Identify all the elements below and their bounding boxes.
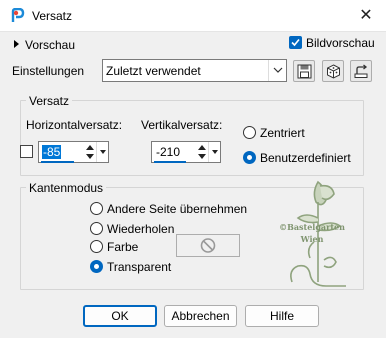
link-offsets-checkbox[interactable] bbox=[20, 145, 33, 158]
edge-option-radio-selected[interactable] bbox=[90, 260, 103, 273]
checkmark-icon bbox=[291, 38, 300, 47]
watermark-text: Wien bbox=[300, 234, 324, 244]
no-color-icon bbox=[200, 238, 216, 253]
save-preset-button[interactable] bbox=[293, 60, 315, 82]
preview-label: Vorschau bbox=[25, 38, 76, 52]
edge-mode-group-title: Kantenmodus bbox=[26, 181, 107, 195]
expand-arrow-icon bbox=[14, 40, 19, 48]
preset-dropdown[interactable]: Zuletzt verwendet bbox=[102, 59, 287, 82]
watermark-text: ©Bastelgarten bbox=[279, 222, 345, 232]
vertical-offset-value: -210 bbox=[156, 145, 181, 159]
edge-option-label: Wiederholen bbox=[107, 222, 175, 236]
spinner-arrows-icon[interactable] bbox=[197, 143, 207, 161]
preset-value: Zuletzt verwendet bbox=[106, 64, 201, 78]
window-title: Versatz bbox=[32, 9, 73, 23]
chevron-down-icon[interactable] bbox=[208, 142, 220, 162]
load-preset-button[interactable] bbox=[322, 60, 344, 82]
input-underline bbox=[154, 161, 186, 163]
chevron-down-icon[interactable] bbox=[96, 142, 108, 162]
horizontal-offset-label: Horizontalversatz: bbox=[26, 118, 123, 132]
image-preview-checkbox[interactable] bbox=[289, 36, 302, 49]
color-swatch-button[interactable] bbox=[176, 234, 240, 257]
chevron-down-icon bbox=[268, 60, 286, 81]
custom-radio[interactable] bbox=[243, 151, 256, 164]
image-preview-label: Bildvorschau bbox=[306, 36, 375, 50]
edge-option-label: Transparent bbox=[107, 260, 172, 274]
centered-radio[interactable] bbox=[243, 126, 256, 139]
edge-option-radio[interactable] bbox=[90, 202, 103, 215]
input-underline bbox=[41, 161, 74, 163]
edge-option-radio[interactable] bbox=[90, 222, 103, 235]
psp-logo-icon bbox=[10, 7, 26, 24]
offset-group-title: Versatz bbox=[26, 94, 73, 108]
preview-toggle[interactable]: Vorschau bbox=[14, 37, 75, 53]
cancel-button[interactable]: Abbrechen bbox=[164, 305, 237, 327]
close-button[interactable]: ✕ bbox=[348, 1, 384, 31]
save-preset-icon bbox=[297, 64, 312, 79]
settings-label: Einstellungen bbox=[12, 64, 85, 78]
edge-option-label: Farbe bbox=[107, 240, 139, 254]
vertical-offset-input[interactable]: -210 bbox=[151, 141, 221, 163]
reset-icon bbox=[354, 64, 368, 78]
custom-label: Benutzerdefiniert bbox=[260, 151, 351, 165]
edge-option-radio[interactable] bbox=[90, 240, 103, 253]
horizontal-offset-input[interactable]: -85 bbox=[38, 141, 109, 163]
reset-button[interactable] bbox=[350, 60, 372, 82]
load-preset-icon bbox=[327, 64, 340, 79]
help-button[interactable]: Hilfe bbox=[245, 305, 319, 327]
spinner-arrows-icon[interactable] bbox=[85, 143, 95, 161]
close-icon: ✕ bbox=[359, 7, 373, 24]
edge-option-label: Andere Seite übernehmen bbox=[107, 202, 248, 216]
watermark-logo: ©Bastelgarten Wien bbox=[262, 178, 358, 294]
centered-label: Zentriert bbox=[260, 126, 305, 140]
horizontal-offset-value: -85 bbox=[42, 145, 62, 159]
ok-button[interactable]: OK bbox=[83, 305, 157, 327]
vertical-offset-label: Vertikalversatz: bbox=[141, 118, 223, 132]
